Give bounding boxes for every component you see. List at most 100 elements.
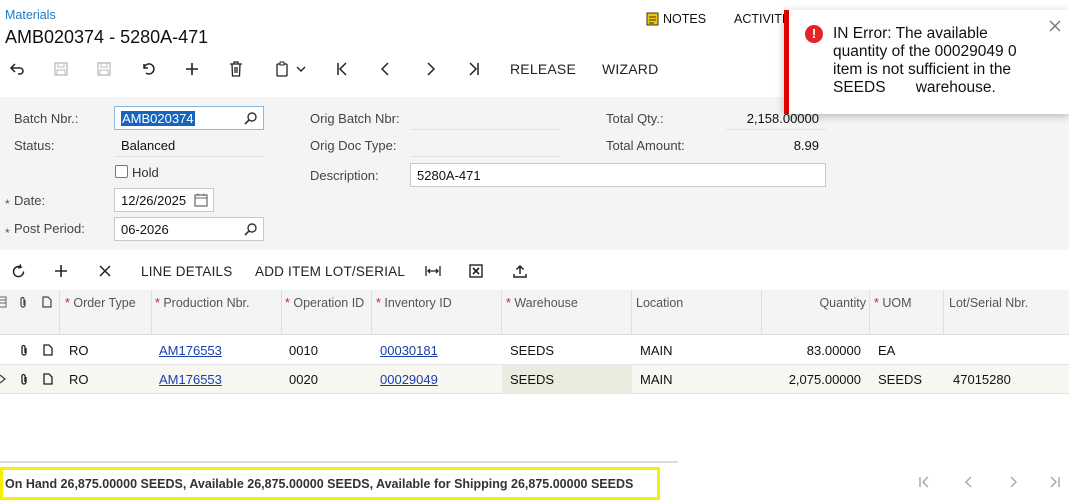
post-period-value: 06-2026 xyxy=(121,222,169,237)
previous-record-button[interactable] xyxy=(375,56,397,82)
release-button[interactable]: RELEASE xyxy=(510,61,576,77)
col-header-uom[interactable]: * UOM xyxy=(874,295,942,311)
location-header-label: Location xyxy=(636,296,684,310)
order-type-cell[interactable]: RO xyxy=(69,372,89,387)
fit-columns-button[interactable] xyxy=(422,258,444,284)
description-value: 5280A-471 xyxy=(417,168,481,183)
warehouse-cell[interactable]: SEEDS xyxy=(510,372,554,387)
total-qty-underline xyxy=(726,129,826,130)
location-cell[interactable]: MAIN xyxy=(640,372,673,387)
delete-row-button[interactable] xyxy=(94,258,116,284)
availability-status-bar: On Hand 26,875.00000 SEEDS, Available 26… xyxy=(0,467,660,500)
col-header-warehouse[interactable]: * Warehouse xyxy=(506,295,631,311)
date-input[interactable]: 12/26/2025 xyxy=(114,188,214,212)
undo-icon xyxy=(143,63,155,75)
add-lot-serial-button[interactable]: ADD ITEM LOT/SERIAL xyxy=(255,264,405,279)
note-icon xyxy=(42,296,52,308)
quantity-cell[interactable]: 2,075.00000 xyxy=(761,372,861,387)
line-details-button[interactable]: LINE DETAILS xyxy=(141,264,232,279)
description-input[interactable]: 5280A-471 xyxy=(410,163,826,187)
production-nbr-link[interactable]: AM176553 xyxy=(159,343,222,358)
back-arrow-icon xyxy=(9,63,24,75)
wizard-button[interactable]: WIZARD xyxy=(602,61,658,77)
attachment-icon xyxy=(20,296,26,308)
next-record-button[interactable] xyxy=(419,56,441,82)
refresh-button[interactable] xyxy=(7,258,29,284)
required-marker: * xyxy=(5,226,10,240)
quantity-cell[interactable]: 83.00000 xyxy=(761,343,861,358)
warehouse-cell[interactable]: SEEDS xyxy=(510,343,554,358)
upload-button[interactable] xyxy=(509,258,531,284)
breadcrumb[interactable]: Materials xyxy=(5,8,56,22)
uom-cell[interactable]: SEEDS xyxy=(878,372,922,387)
horizontal-scrollbar[interactable] xyxy=(0,461,678,463)
hold-checkbox[interactable] xyxy=(115,165,128,178)
column-divider xyxy=(869,290,870,335)
pager-next-button[interactable] xyxy=(1006,475,1020,492)
last-page-icon xyxy=(1050,476,1060,488)
location-cell[interactable]: MAIN xyxy=(640,343,673,358)
batch-nbr-input[interactable]: AMB020374 xyxy=(114,106,264,130)
operation-id-cell[interactable]: 0010 xyxy=(289,343,318,358)
last-record-button[interactable] xyxy=(463,56,485,82)
note-icon[interactable] xyxy=(43,344,53,356)
lot-serial-cell[interactable]: 47015280 xyxy=(953,372,1011,387)
note-icon[interactable] xyxy=(43,373,53,385)
activities-button[interactable]: ACTIVITI xyxy=(734,12,785,26)
add-button[interactable] xyxy=(181,56,203,82)
inventory-id-link[interactable]: 00029049 xyxy=(380,372,438,387)
pager-previous-button[interactable] xyxy=(962,475,976,492)
col-header-lot-serial[interactable]: Lot/Serial Nbr. xyxy=(949,295,1064,311)
pager-last-button[interactable] xyxy=(1048,475,1062,492)
description-label: Description: xyxy=(310,168,379,183)
attachment-icon[interactable] xyxy=(19,344,29,357)
orig-doc-type-label: Orig Doc Type: xyxy=(310,138,397,153)
attachment-icon[interactable] xyxy=(19,373,29,386)
pager-first-button[interactable] xyxy=(917,475,931,492)
add-row-button[interactable] xyxy=(50,258,72,284)
col-header-order-type[interactable]: * Order Type xyxy=(65,295,150,311)
post-period-input[interactable]: 06-2026 xyxy=(114,217,264,241)
status-label: Status: xyxy=(14,138,55,153)
uom-cell[interactable]: EA xyxy=(878,343,895,358)
first-record-button[interactable] xyxy=(331,56,353,82)
col-header-quantity[interactable]: Quantity xyxy=(766,295,866,311)
error-message: IN Error: The available quantity of the … xyxy=(833,25,1021,96)
hold-label: Hold xyxy=(132,165,159,180)
close-icon xyxy=(1049,20,1061,32)
status-underline xyxy=(114,156,264,157)
chevron-left-icon xyxy=(380,62,389,76)
operation-id-cell[interactable]: 0020 xyxy=(289,372,318,387)
toast-close-button[interactable] xyxy=(1049,20,1061,35)
batch-nbr-value: AMB020374 xyxy=(121,111,195,126)
production-nbr-link[interactable]: AM176553 xyxy=(159,372,222,387)
col-header-production-nbr[interactable]: * Production Nbr. xyxy=(155,295,280,311)
uom-header-label: UOM xyxy=(882,296,912,310)
export-excel-button[interactable] xyxy=(465,258,487,284)
grid-header: * Order Type * Production Nbr. * Operati… xyxy=(0,290,1069,335)
order-type-cell[interactable]: RO xyxy=(69,343,89,358)
col-header-operation-id[interactable]: * Operation ID xyxy=(285,295,365,311)
notes-button[interactable]: NOTES xyxy=(646,12,706,26)
table-row[interactable]: RO AM176553 0010 00030181 SEEDS MAIN 83.… xyxy=(0,336,1069,365)
cancel-button[interactable] xyxy=(138,56,160,82)
delete-button[interactable] xyxy=(225,56,247,82)
orig-doc-type-underline xyxy=(410,156,560,157)
post-period-label: Post Period: xyxy=(14,221,85,236)
column-divider xyxy=(631,290,632,335)
summary-form: Batch Nbr.: AMB020374 Status: Balanced H… xyxy=(0,97,1069,250)
save-close-button[interactable] xyxy=(50,56,72,82)
error-toast: ! IN Error: The available quantity of th… xyxy=(784,10,1069,114)
back-button[interactable] xyxy=(6,56,28,82)
orig-batch-nbr-label: Orig Batch Nbr: xyxy=(310,111,400,126)
first-page-icon xyxy=(919,476,929,488)
table-row[interactable]: RO AM176553 0020 00029049 SEEDS MAIN 2,0… xyxy=(0,365,1069,394)
copy-paste-button[interactable] xyxy=(270,56,310,82)
save-button[interactable] xyxy=(93,56,115,82)
column-divider xyxy=(59,290,60,335)
production-nbr-header-label: Production Nbr. xyxy=(163,296,250,310)
col-header-location[interactable]: Location xyxy=(636,295,761,311)
last-icon xyxy=(469,62,479,76)
col-header-inventory-id[interactable]: * Inventory ID xyxy=(376,295,501,311)
inventory-id-link[interactable]: 00030181 xyxy=(380,343,438,358)
